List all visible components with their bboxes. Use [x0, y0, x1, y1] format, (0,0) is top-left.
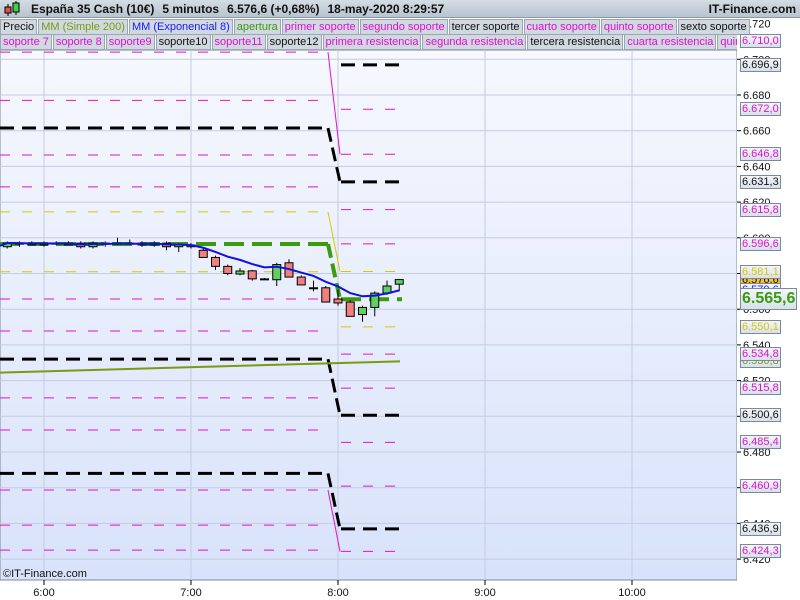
brand: IT-Finance.com [708, 1, 796, 16]
legend-item[interactable]: tercer soporte [448, 19, 523, 35]
candle-body [198, 249, 208, 258]
candle-body [321, 287, 331, 303]
copyright: ©IT-Finance.com [3, 568, 87, 580]
price-level-label: 6.631,3 [740, 174, 781, 189]
legend-item[interactable]: cuarto soporte [523, 19, 600, 35]
legend-row-2: soporte 7 soporte 8 soporte9 soporte10 sopor… [0, 34, 737, 50]
price-level-label: 6.550,1 [740, 319, 781, 334]
price-level-label: 6.646,8 [740, 147, 781, 162]
legend-row-1: Precio MM (Simple 200) MM (Exponencial 8) a… [0, 19, 751, 35]
legend-item[interactable]: apertura [233, 19, 281, 35]
candle-body [345, 301, 355, 317]
legend-item[interactable]: segundo soporte [359, 19, 448, 35]
candle-body [296, 276, 306, 286]
price-level-label: 6.672,0 [740, 102, 781, 117]
legend-item[interactable]: MM (Exponencial 8) [128, 19, 233, 35]
y-tick-label: 6.640 [743, 161, 771, 173]
price-level-label: 6.534,8 [740, 347, 781, 362]
legend-item[interactable]: quinta resistencia [717, 34, 737, 50]
candle-body [309, 287, 318, 290]
x-tick-label: 8:00 [327, 587, 348, 599]
price-level-label: 6.460,9 [740, 479, 781, 494]
price-level-label: 6.515,8 [740, 381, 781, 396]
instrument-name: España 35 Cash (10€) [31, 1, 155, 16]
candlestick-logo-icon [3, 0, 23, 17]
legend-item[interactable]: soporte10 [155, 34, 211, 50]
legend-item[interactable]: soporte 7 [0, 34, 52, 50]
candle-body [247, 270, 257, 280]
legend-item[interactable]: primera resistencia [322, 34, 422, 50]
legend-item[interactable]: soporte11 [211, 34, 266, 50]
legend-item[interactable]: cuarta resistencia [624, 34, 717, 50]
legend-item[interactable]: primer soporte [281, 19, 359, 35]
legend-item[interactable]: segunda resistencia [422, 34, 527, 50]
price-level-label: 6.615,8 [740, 202, 781, 217]
candle-body [260, 278, 269, 281]
legend-item[interactable]: soporte12 [266, 34, 322, 50]
legend-item[interactable]: soporte9 [105, 34, 155, 50]
y-tick-label: 6.660 [743, 126, 771, 138]
price-level-label: 6.696,9 [740, 57, 781, 72]
legend-item[interactable]: sexto soporte [677, 19, 750, 35]
datetime: 18-may-2020 8:29:57 [327, 1, 445, 16]
price-level-label: 6.424,3 [740, 544, 781, 559]
x-tick-label: 9:00 [474, 587, 495, 599]
price-level-label: 6.500,6 [740, 408, 781, 423]
price-level-label: 6.710,0 [740, 34, 781, 49]
x-tick-label: 10:00 [618, 587, 646, 599]
x-tick-label: 7:00 [180, 587, 201, 599]
candle-body [235, 270, 245, 275]
timeframe[interactable]: 5 minutos [162, 2, 219, 16]
price-level-label: 6.485,4 [740, 435, 781, 450]
candle-body [333, 298, 343, 304]
price-level-label: 6.581,1 [740, 264, 781, 279]
legend-item[interactable]: Precio [0, 19, 38, 35]
candle-body [211, 256, 220, 267]
candle-body [358, 306, 367, 316]
price-level-label: 6.436,9 [740, 521, 781, 536]
title-bar: España 35 Cash (10€) 5 minutos 6.576,6 (… [0, 0, 800, 18]
candle-body [223, 265, 233, 274]
legend-item[interactable]: tercera resistencia [527, 34, 624, 50]
candle-body [394, 279, 404, 285]
price-level-label: 6.565,6 [740, 288, 798, 311]
x-tick-label: 6:00 [33, 587, 54, 599]
price-level-label: 6.596,6 [740, 236, 781, 251]
legend-item[interactable]: soporte 8 [52, 34, 105, 50]
legend-item[interactable]: MM (Simple 200) [38, 19, 128, 35]
legend-item[interactable]: quinto soporte [600, 19, 677, 35]
last-price: 6.576,6 (+0,68%) [227, 1, 320, 16]
y-tick-label: 6.680 [743, 90, 771, 102]
price-chart[interactable]: 6.7206.7006.6806.6606.6406.6206.6006.580… [0, 0, 800, 600]
